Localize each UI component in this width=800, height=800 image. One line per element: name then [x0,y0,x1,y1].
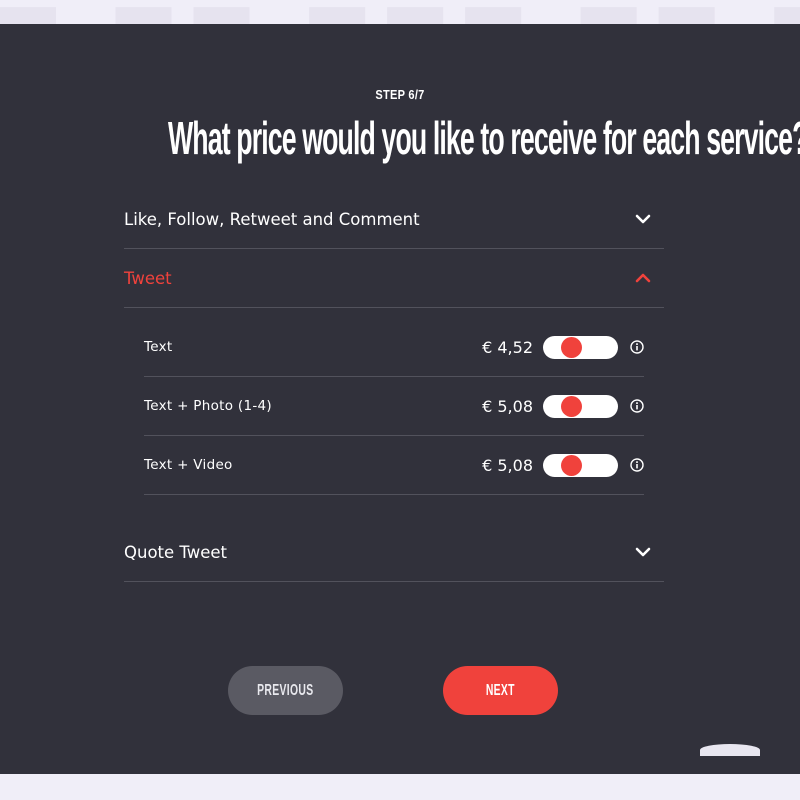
page-title: What price would you like to receive for… [168,112,800,164]
accordion-header-quote-tweet[interactable]: Quote Tweet [124,523,664,582]
next-button[interactable]: NEXT [443,666,558,715]
slider-knob[interactable] [561,454,582,476]
tweet-service-list: Text € 4,52 Text + Photo (1-4) € 5,08 Te… [144,318,644,495]
slider-knob[interactable] [561,395,582,417]
price-slider[interactable] [543,394,618,418]
accordion-label: Like, Follow, Retweet and Comment [124,209,420,229]
price-slider[interactable] [543,335,618,359]
next-button-label: NEXT [485,681,516,699]
accordion-quote-tweet: Quote Tweet [124,523,664,582]
step-indicator: STEP 6/7 [375,87,425,102]
accordion-tweet: Tweet [124,249,664,308]
accordion-header-tweet[interactable]: Tweet [124,249,664,308]
service-price: € 5,08 [482,396,533,416]
chevron-up-icon[interactable] [634,269,652,287]
service-row: Text + Video € 5,08 [144,436,644,495]
slider-knob[interactable] [561,336,582,358]
service-price: € 4,52 [482,337,533,357]
service-price: € 5,08 [482,455,533,475]
accordion-label: Quote Tweet [124,542,228,562]
pricing-step-panel: STEP 6/7 What price would you like to re… [0,24,800,774]
service-row: Text + Photo (1-4) € 5,08 [144,377,644,436]
info-icon[interactable] [630,458,644,472]
previous-button[interactable]: PREVIOUS [228,666,343,715]
price-slider[interactable] [543,453,618,477]
accordion-label: Tweet [124,268,172,288]
chevron-down-icon[interactable] [634,543,652,561]
info-icon[interactable] [630,340,644,354]
info-icon[interactable] [630,399,644,413]
chevron-down-icon[interactable] [634,210,652,228]
accordion-header-like-follow[interactable]: Like, Follow, Retweet and Comment [124,190,664,249]
service-row: Text € 4,52 [144,318,644,377]
previous-button-label: PREVIOUS [257,681,314,699]
decorative-shape [700,744,760,756]
accordion-like-follow: Like, Follow, Retweet and Comment [124,190,664,249]
